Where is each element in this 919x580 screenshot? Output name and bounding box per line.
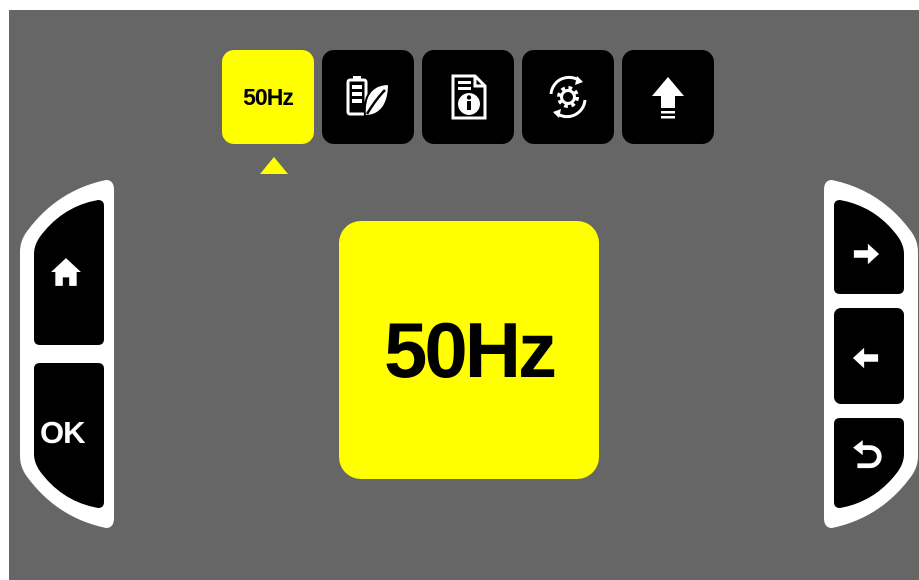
- value-display: 50Hz: [339, 221, 599, 479]
- return-icon: [853, 440, 882, 469]
- back-button[interactable]: [834, 418, 904, 508]
- home-icon: [51, 258, 81, 286]
- tab-update[interactable]: [622, 50, 714, 144]
- tab-settings[interactable]: [522, 50, 614, 144]
- next-button[interactable]: [834, 200, 904, 294]
- home-button[interactable]: [34, 200, 104, 345]
- arrow-right-icon: [853, 243, 880, 265]
- ok-button[interactable]: OK: [34, 363, 104, 508]
- eco-battery-icon: [346, 76, 391, 118]
- settings-sync-icon: [549, 75, 587, 119]
- info-document-icon: [451, 74, 487, 120]
- tab-eco[interactable]: [322, 50, 414, 144]
- tab-info[interactable]: [422, 50, 514, 144]
- tab-frequency[interactable]: 50Hz: [222, 50, 314, 144]
- tab-frequency-label: 50Hz: [243, 83, 294, 110]
- ok-label: OK: [40, 415, 85, 450]
- arrow-left-icon: [852, 347, 879, 369]
- upload-arrow-icon: [652, 77, 684, 119]
- active-tab-indicator: [260, 157, 288, 174]
- prev-button[interactable]: [834, 308, 904, 404]
- value-text: 50Hz: [383, 305, 557, 394]
